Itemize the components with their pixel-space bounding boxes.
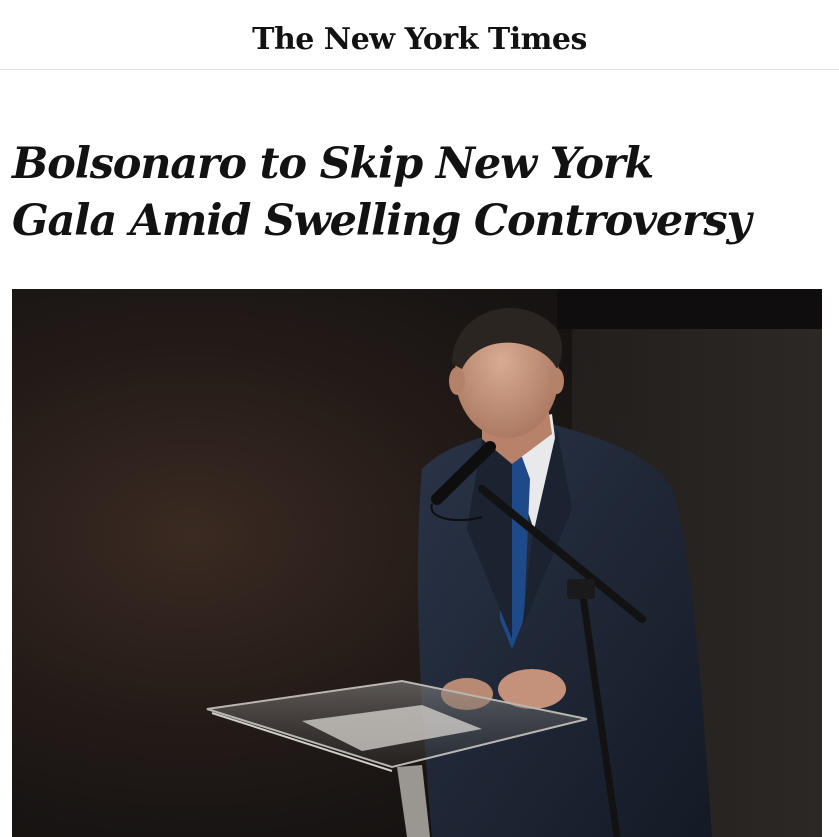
lead-photo-illustration: [12, 289, 822, 837]
lead-photo[interactable]: [12, 289, 822, 837]
headline-line-1: Bolsonaro to Skip New York: [12, 139, 654, 189]
headline-line-2: Gala Amid Swelling Controversy: [12, 196, 751, 246]
article-headline: Bolsonaro to Skip New York Gala Amid Swe…: [12, 136, 812, 250]
masthead: The New York Times: [0, 0, 839, 70]
article-page: The New York Times Bolsonaro to Skip New…: [0, 0, 839, 837]
nyt-logo[interactable]: The New York Times: [0, 22, 839, 58]
